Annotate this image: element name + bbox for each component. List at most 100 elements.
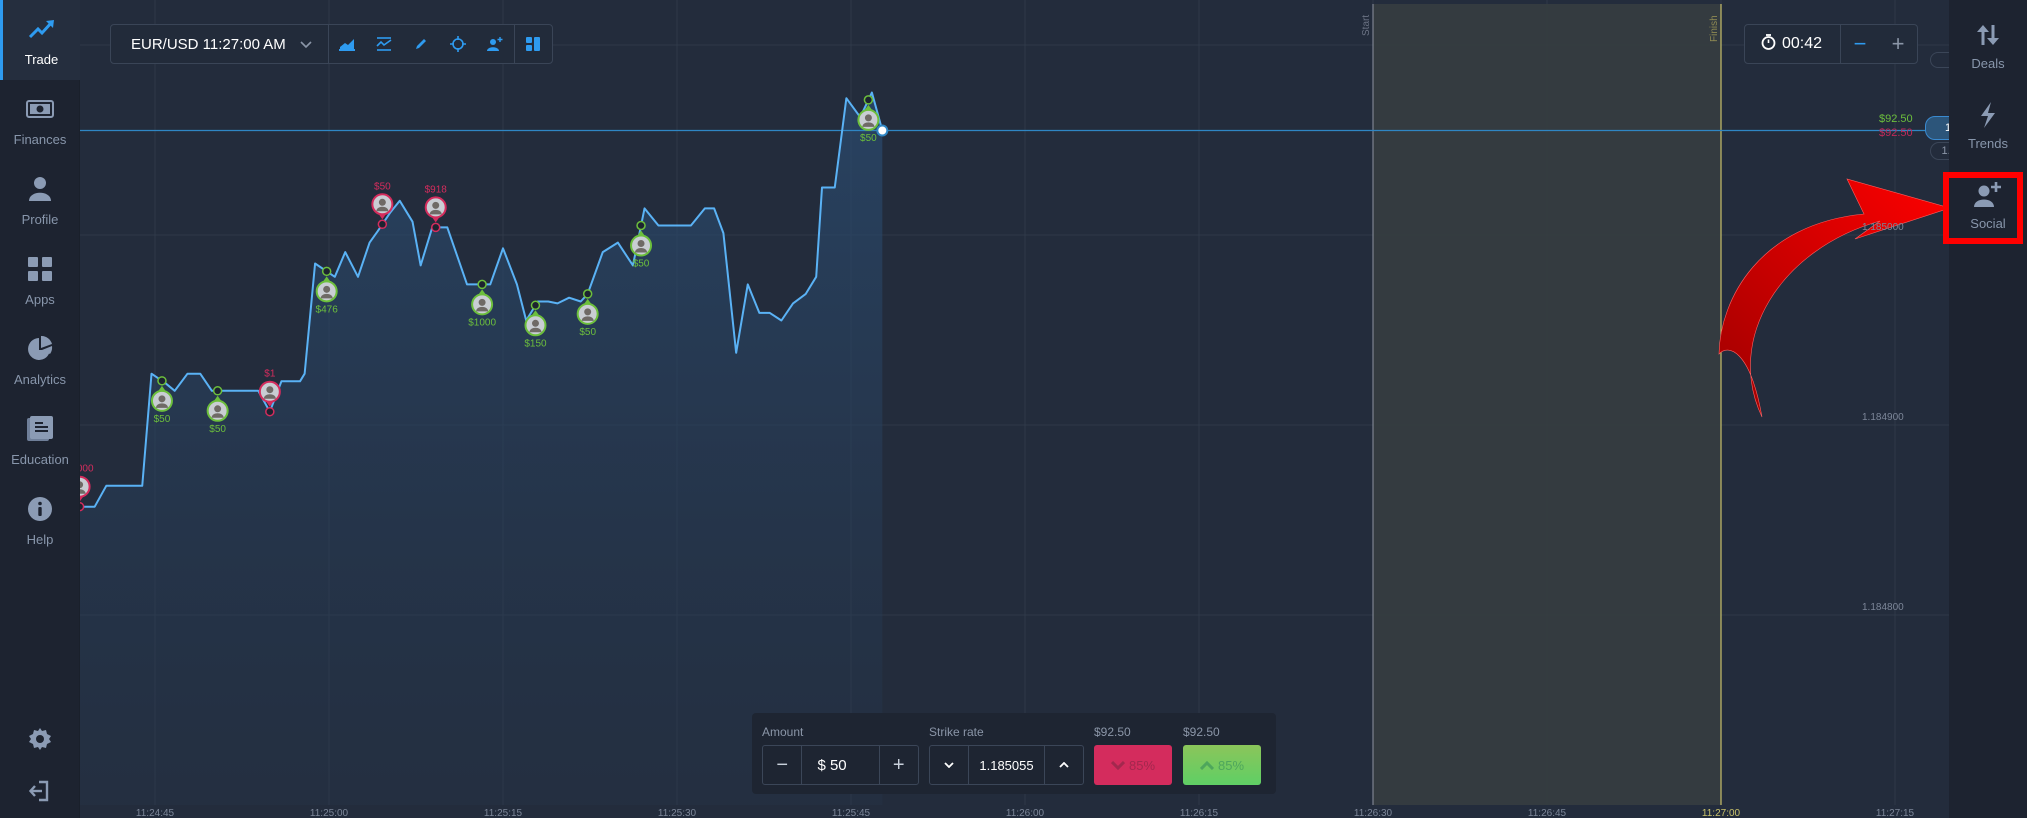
trade-point (80, 501, 85, 512)
time-tick-label: 11:26:15 (1179, 808, 1219, 818)
sell-down-button[interactable]: 85% (1094, 745, 1172, 785)
nav-item-apps[interactable]: Apps (0, 240, 80, 320)
indicators-icon[interactable] (366, 25, 403, 63)
trade-point (530, 300, 541, 311)
nav-label: Apps (25, 291, 55, 307)
trade-panel: Amount − $ 50 + Strike rate 1.185055 $92… (752, 713, 1276, 794)
nav-item-social[interactable]: Social (1949, 165, 2027, 245)
user-plus-icon (1973, 180, 2003, 210)
strike-rate-input[interactable]: 1.185055 (968, 746, 1045, 784)
time-tick-label: 11:27:00 (1701, 808, 1741, 818)
pie-chart-icon (25, 334, 55, 364)
avatar-head (531, 319, 539, 327)
trade-amount-label: $50 (633, 259, 650, 270)
start-label: Start (1361, 15, 1372, 36)
asset-label: EUR/USD 11:27:00 AM (131, 35, 286, 53)
timer-display[interactable]: 00:42 (1745, 25, 1842, 63)
avatar-head (323, 285, 331, 293)
info-icon (25, 494, 55, 524)
annotation-arrow (1718, 178, 1949, 418)
amount-increase-button[interactable]: + (880, 746, 918, 784)
chevron-up-icon (1059, 762, 1069, 768)
trade-point (377, 219, 388, 230)
crosshair-icon[interactable] (440, 25, 477, 63)
strike-increase-button[interactable] (1045, 746, 1083, 784)
trade-marker: $918 (425, 184, 447, 233)
trade-point (157, 376, 167, 386)
chart-canvas[interactable]: Start Finish $1000 $50 $50 $1 $476 $50 $918 $10… (80, 0, 1949, 818)
nav-label: Analytics (13, 371, 67, 387)
trade-amount-label: $50 (579, 327, 596, 338)
amount-decrease-button[interactable]: − (763, 746, 801, 784)
strike-decrease-button[interactable] (930, 746, 968, 784)
trade-point (212, 386, 223, 396)
nav-item-trends[interactable]: Trends (1949, 85, 2027, 165)
chevron-up-icon (1199, 760, 1214, 770)
user-plus-icon[interactable] (477, 25, 514, 63)
grid-icon (25, 254, 55, 284)
price-tick-label: 1.184800 (1862, 602, 1904, 613)
amount-input[interactable]: $ 50 (801, 746, 880, 784)
trade-amount-label: $50 (860, 133, 877, 144)
stopwatch-icon (1761, 33, 1776, 55)
area-chart-icon[interactable] (329, 25, 366, 63)
nav-label: Social (1970, 215, 2006, 231)
nav-item-education[interactable]: Education (0, 400, 80, 480)
avatar-head (637, 240, 645, 247)
nav-item-finances[interactable]: Finances (0, 80, 80, 160)
logout-icon[interactable] (25, 776, 55, 806)
time-tick-label: 11:27:15 (1875, 808, 1915, 818)
strike-rate-stepper: 1.185055 (929, 745, 1084, 785)
amount-stepper: − $ 50 + (762, 745, 919, 785)
payout-up-label: $92.50 (1879, 113, 1913, 125)
nav-label: Finances (13, 131, 67, 147)
pencil-icon[interactable] (403, 25, 440, 63)
nav-label: Trends (1968, 135, 2008, 151)
lightning-icon (1973, 100, 2003, 130)
avatar-head (214, 405, 222, 413)
right-sidebar: Deals Trends Social (1949, 0, 2027, 818)
time-tick-label: 11:25:30 (657, 808, 697, 818)
nav-label: Profile (21, 211, 59, 227)
price-tick-label: 1.184900 (1862, 412, 1904, 423)
trend-up-icon (27, 14, 57, 44)
avatar-head (478, 298, 486, 306)
nav-item-deals[interactable]: Deals (1949, 5, 2027, 85)
gear-icon[interactable] (25, 724, 55, 754)
down-percent: 85% (1128, 757, 1156, 773)
nav-item-analytics[interactable]: Analytics (0, 320, 80, 400)
nav-label: Help (26, 531, 54, 547)
avatar-head (584, 308, 592, 316)
trade-point (477, 279, 487, 290)
left-sidebar: Trade Finances Profile Apps Analytics Ed… (0, 0, 80, 818)
trade-amount-label: $150 (524, 338, 547, 349)
avatar-head (864, 114, 872, 122)
chart-toolbar: EUR/USD 11:27:00 AM (110, 24, 553, 64)
time-tick-label: 11:25:15 (483, 808, 523, 818)
chevron-down-icon (1110, 760, 1125, 770)
nav-item-help[interactable]: Help (0, 480, 80, 560)
current-price-dot (876, 124, 889, 137)
amount-label: Amount (762, 725, 804, 739)
nav-item-profile[interactable]: Profile (0, 160, 80, 240)
timer-value: 00:42 (1782, 35, 1823, 52)
trade-amount-label: $50 (209, 424, 226, 435)
trade-point (430, 222, 441, 233)
trade-point (582, 289, 593, 299)
layout-icon[interactable] (515, 25, 552, 63)
timer-decrease-button[interactable]: − (1841, 25, 1879, 63)
strike-rate-label: Strike rate (929, 725, 984, 739)
time-tick-label: 11:26:00 (1005, 808, 1045, 818)
price-chart[interactable]: Start Finish $1000 $50 $50 $1 $476 $50 $918 $10… (80, 0, 2011, 818)
buy-up-button[interactable]: 85% (1183, 745, 1261, 785)
time-tick-label: 11:25:45 (831, 808, 871, 818)
asset-selector[interactable]: EUR/USD 11:27:00 AM (111, 25, 329, 63)
user-icon (25, 174, 55, 204)
trade-point (265, 406, 275, 417)
avatar-head (266, 386, 274, 394)
trade-amount-label: $1000 (80, 464, 94, 475)
time-tick-label: 11:24:45 (135, 808, 175, 818)
nav-item-trade[interactable]: Trade (0, 0, 80, 80)
timer-increase-button[interactable]: + (1879, 25, 1917, 63)
avatar-head (158, 395, 166, 403)
